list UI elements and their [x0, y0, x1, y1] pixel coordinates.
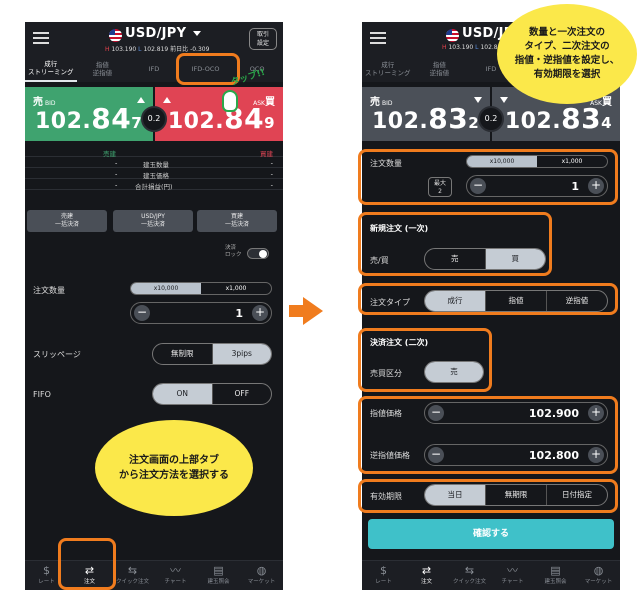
qty-stepper[interactable]: − 1 +	[130, 302, 272, 324]
tab-chart[interactable]: 〰チャート	[154, 561, 197, 590]
slippage-label: スリッページ	[33, 350, 81, 359]
qty-label: 注文数量	[33, 286, 65, 295]
tab-market-streaming[interactable]: 成行 ストリーミング	[25, 56, 77, 82]
bulk-settle-pair-button[interactable]: USD/JPY 一括決済	[113, 210, 193, 232]
chart-icon: 〰	[507, 564, 518, 577]
high-low-info: H 103.190 L 102.819	[442, 44, 506, 51]
tab-market-streaming[interactable]: 成行 ストリーミング	[362, 56, 414, 82]
trade-settings-button[interactable]: 取引 設定	[249, 28, 277, 50]
tab-positions[interactable]: ▤ 建玉照会	[197, 561, 240, 590]
highlight-expiry-section	[358, 479, 618, 513]
tab-limit[interactable]: 指値 逆指値	[77, 56, 129, 82]
fifo-selector: ON OFF	[152, 383, 272, 405]
table-row: - 建玉数量 -	[25, 157, 283, 169]
tab-market[interactable]: ◍ マーケット	[577, 561, 620, 590]
currency-pair[interactable]: USD/JPY	[125, 26, 186, 41]
tab-ifd[interactable]: IFD	[128, 56, 180, 82]
bulk-settle-sell-button[interactable]: 売建 一括決済	[27, 210, 107, 232]
order-icon: ⇄	[421, 564, 432, 577]
tab-market[interactable]: ◍ マーケット	[240, 561, 283, 590]
spread-badge: 0.2	[478, 106, 504, 132]
tab-positions[interactable]: ▤ 建玉照会	[534, 561, 577, 590]
menu-icon[interactable]	[33, 32, 49, 44]
unit-1000-option[interactable]: x1,000	[201, 283, 271, 294]
table-row: 売建 買建	[25, 146, 283, 158]
us-flag-icon	[109, 29, 122, 42]
settle-lock-toggle[interactable]	[247, 248, 269, 259]
highlight-new-order-section	[358, 212, 552, 276]
bulk-settle-buy-button[interactable]: 買建 一括決済	[197, 210, 277, 232]
market-icon: ◍	[593, 564, 604, 577]
highlight-order-tab	[58, 538, 116, 590]
positions-icon: ▤	[550, 564, 561, 577]
minus-button[interactable]: −	[134, 305, 150, 321]
fifo-off-option[interactable]: OFF	[211, 384, 272, 404]
buy-price-tile[interactable]: ASK買 102.849	[155, 87, 283, 141]
position-table: 売建 買建 - 建玉数量 - - 建玉価格 - - 合計損益(円) -	[25, 146, 283, 191]
spread-badge: 0.2	[141, 106, 167, 132]
sell-price-tile[interactable]: 売 BID 102.832	[362, 87, 490, 141]
sell-price-tile[interactable]: 売 BID 102.847	[25, 87, 153, 141]
slippage-selector: 無制限 3pips	[152, 343, 272, 365]
quick-order-icon: ⇆	[464, 564, 475, 577]
confirm-button[interactable]: 確認する	[368, 519, 614, 549]
slippage-unlimited-option[interactable]: 無制限	[153, 344, 212, 364]
positions-icon: ▤	[213, 564, 224, 577]
buy-price: 102.834	[504, 102, 612, 135]
market-icon: ◍	[256, 564, 267, 577]
slippage-3pips-option[interactable]: 3pips	[211, 344, 271, 364]
tap-hand-icon	[222, 90, 238, 112]
us-flag-icon	[446, 29, 459, 42]
plus-button[interactable]: +	[252, 305, 268, 321]
unit-selector: x10,000 x1,000	[130, 282, 272, 295]
highlight-qty-section	[358, 149, 618, 205]
menu-icon[interactable]	[370, 32, 386, 44]
unit-10000-option[interactable]: x10,000	[131, 283, 201, 294]
arrow-right-icon	[289, 297, 323, 325]
highlight-order-type-section	[358, 283, 618, 315]
tab-chart[interactable]: 〰チャート	[491, 561, 534, 590]
chevron-down-icon[interactable]	[193, 31, 201, 36]
fifo-on-option[interactable]: ON	[153, 384, 212, 404]
callout-right: 数量と一次注文の タイプ、二次注文の 指値・逆指値を設定し、 有効期限を選択	[497, 4, 637, 104]
rate-icon: $	[380, 564, 387, 577]
sell-price: 102.847	[35, 102, 143, 135]
highlight-price-section	[358, 396, 618, 474]
sell-price: 102.832	[372, 102, 480, 135]
tab-quick-order[interactable]: ⇆ クイック注文	[111, 561, 154, 590]
table-row: - 建玉価格 -	[25, 168, 283, 180]
callout-left: 注文画面の上部タブ から注文方法を選択する	[95, 420, 253, 516]
fifo-label: FIFO	[33, 390, 51, 399]
chart-icon: 〰	[170, 564, 181, 577]
bottom-tab-bar: $ レート ⇄ 注文 ⇆ クイック注文 〰チャート ▤ 建玉照会 ◍ マーケット	[362, 560, 620, 590]
tab-rate[interactable]: $ レート	[362, 561, 405, 590]
tab-limit[interactable]: 指値 逆指値	[414, 56, 466, 82]
high-low-info: H 103.190 L 102.819 前日比 -0.309	[105, 46, 210, 53]
settle-lock-label: 決済 ロック	[225, 245, 242, 258]
qty-value: 1	[235, 307, 243, 320]
tab-quick-order[interactable]: ⇆ クイック注文	[448, 561, 491, 590]
tab-order[interactable]: ⇄ 注文	[405, 561, 448, 590]
highlight-settle-section	[358, 328, 492, 392]
quick-order-icon: ⇆	[127, 564, 138, 577]
table-row: - 合計損益(円) -	[25, 179, 283, 191]
